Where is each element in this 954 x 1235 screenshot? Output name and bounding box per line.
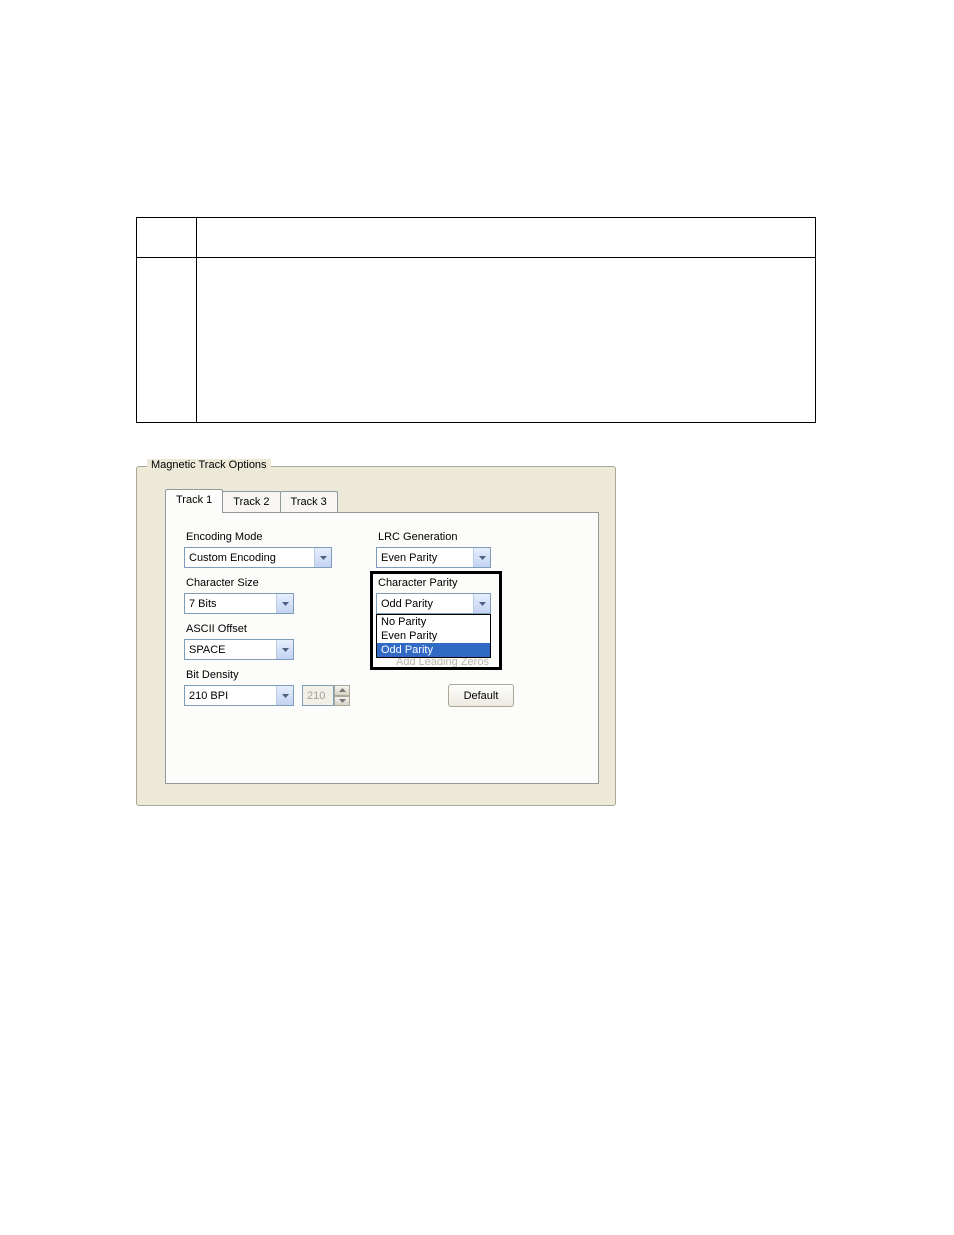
ascii-offset-label: ASCII Offset [186, 623, 247, 635]
chevron-down-icon [473, 594, 490, 613]
character-size-select[interactable]: 7 Bits [184, 593, 294, 614]
default-button-label: Default [464, 690, 499, 702]
bit-density-custom-spinner: 210 [302, 685, 350, 706]
encoding-mode-label: Encoding Mode [186, 531, 262, 543]
bit-density-custom-value: 210 [302, 685, 334, 706]
parity-option-no-parity[interactable]: No Parity [377, 615, 490, 629]
info-table [136, 217, 816, 423]
encoding-mode-value: Custom Encoding [185, 552, 314, 564]
character-parity-label: Character Parity [378, 577, 457, 589]
character-parity-value: Odd Parity [377, 598, 473, 610]
chevron-down-icon [276, 594, 293, 613]
groupbox-title: Magnetic Track Options [147, 459, 271, 471]
track-tabs: Track 1 Track 2 Track 3 [165, 489, 337, 513]
encoding-mode-select[interactable]: Custom Encoding [184, 547, 332, 568]
bit-density-label: Bit Density [186, 669, 239, 681]
ascii-offset-select[interactable]: SPACE [184, 639, 294, 660]
chevron-down-icon [314, 548, 331, 567]
chevron-down-icon [276, 686, 293, 705]
track-1-panel: Encoding Mode Custom Encoding Character … [165, 512, 599, 784]
character-parity-select[interactable]: Odd Parity [376, 593, 491, 614]
character-size-value: 7 Bits [185, 598, 276, 610]
lrc-generation-select[interactable]: Even Parity [376, 547, 491, 568]
chevron-down-icon [276, 640, 293, 659]
bit-density-select[interactable]: 210 BPI [184, 685, 294, 706]
bit-density-value: 210 BPI [185, 690, 276, 702]
character-parity-dropdown[interactable]: No Parity Even Parity Odd Parity [376, 614, 491, 658]
spin-up-icon[interactable] [334, 685, 350, 696]
ascii-offset-value: SPACE [185, 644, 276, 656]
character-size-label: Character Size [186, 577, 259, 589]
tab-track-3[interactable]: Track 3 [280, 491, 338, 513]
default-button[interactable]: Default [448, 684, 514, 707]
spin-down-icon[interactable] [334, 696, 350, 707]
chevron-down-icon [473, 548, 490, 567]
lrc-generation-value: Even Parity [377, 552, 473, 564]
parity-option-even-parity[interactable]: Even Parity [377, 629, 490, 643]
magnetic-track-options-group: Magnetic Track Options Track 1 Track 2 T… [136, 466, 616, 806]
tab-track-2[interactable]: Track 2 [222, 491, 280, 513]
tab-track-1[interactable]: Track 1 [165, 489, 223, 513]
lrc-generation-label: LRC Generation [378, 531, 458, 543]
parity-option-odd-parity[interactable]: Odd Parity [377, 643, 490, 657]
